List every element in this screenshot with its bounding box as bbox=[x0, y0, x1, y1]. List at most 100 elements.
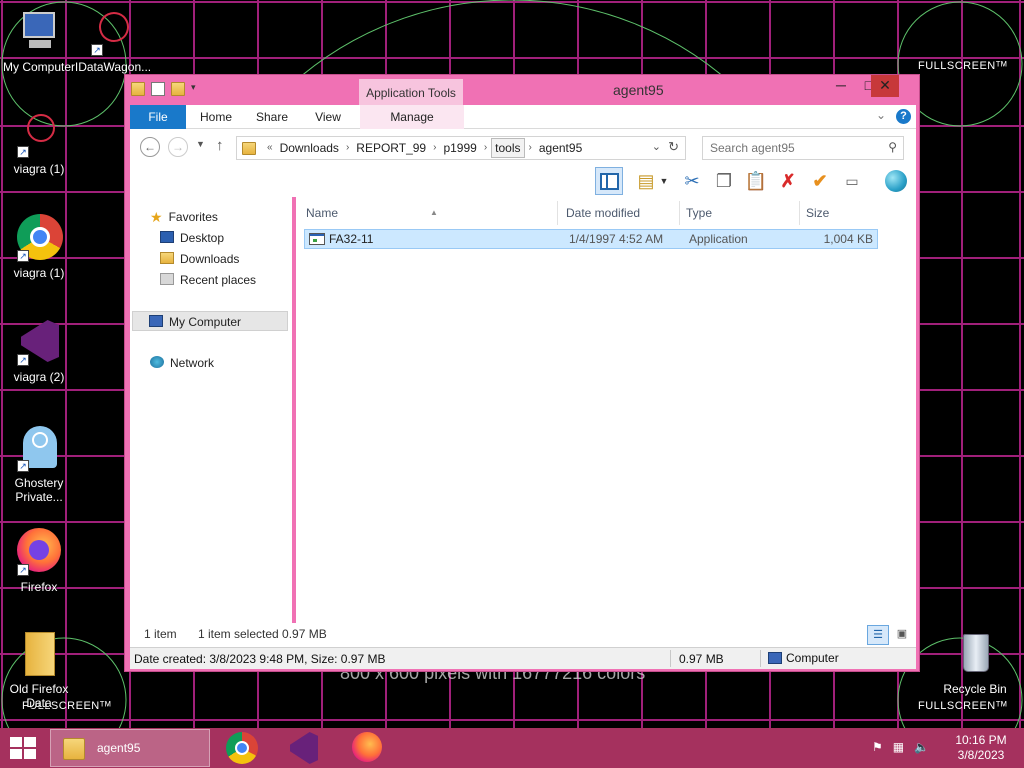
star-burst-icon: ↗ bbox=[15, 110, 63, 158]
search-icon[interactable]: ⚲ bbox=[888, 140, 897, 154]
breadcrumb-agent95[interactable]: agent95 bbox=[536, 137, 585, 159]
tab-file[interactable]: File bbox=[130, 105, 186, 129]
column-header-date-modified[interactable]: Date modified bbox=[560, 201, 680, 225]
address-row: ← → ▼ ↑ « Downloads › REPORT_99 › p1999 … bbox=[130, 129, 916, 165]
zone-info: Computer bbox=[768, 651, 839, 665]
desktop-icon-idatawagon[interactable]: ↗ IDataWagon... bbox=[74, 7, 152, 74]
shortcut-arrow-icon: ↗ bbox=[17, 564, 29, 576]
item-count: 1 item bbox=[144, 627, 177, 641]
desktop-icon-label: Firefox bbox=[20, 580, 58, 594]
nav-label: Network bbox=[170, 356, 215, 370]
search-box[interactable]: ⚲ bbox=[702, 136, 904, 160]
help-icon[interactable]: ? bbox=[896, 109, 911, 124]
clock[interactable]: 10:16 PM 3/8/2023 bbox=[948, 733, 1014, 763]
address-bar[interactable]: « Downloads › REPORT_99 › p1999 › tools … bbox=[236, 136, 686, 160]
folder-icon bbox=[63, 738, 85, 760]
desktop-icon-ghostery[interactable]: ↗ Ghostery Private... bbox=[0, 424, 78, 504]
start-button[interactable] bbox=[8, 736, 40, 760]
breadcrumb-overflow[interactable]: « bbox=[263, 137, 277, 159]
desktop-icon-viagra-1-chrome[interactable]: ↗ viagra (1) bbox=[0, 214, 78, 280]
nav-item-desktop[interactable]: Desktop bbox=[160, 228, 224, 248]
breadcrumb-downloads[interactable]: Downloads bbox=[277, 137, 342, 159]
up-button[interactable]: ↑ bbox=[216, 137, 224, 154]
tab-share[interactable]: Share bbox=[248, 105, 296, 129]
breadcrumb-tools[interactable]: tools bbox=[491, 138, 525, 158]
breadcrumb-report-99[interactable]: REPORT_99 bbox=[353, 137, 429, 159]
chevron-right-icon[interactable]: › bbox=[429, 137, 440, 159]
chevron-right-icon[interactable]: › bbox=[525, 137, 536, 159]
nav-item-downloads[interactable]: Downloads bbox=[160, 249, 239, 269]
new-folder-icon[interactable] bbox=[171, 82, 185, 96]
nav-item-my-computer[interactable]: My Computer bbox=[132, 311, 288, 331]
ribbon-tabs: File Home Share View Manage ⌄ ? bbox=[130, 105, 916, 129]
size-info: 0.97 MB bbox=[679, 652, 724, 666]
qat-dropdown-icon[interactable]: ▾ bbox=[191, 82, 205, 96]
refresh-icon[interactable]: ↻ bbox=[668, 139, 679, 155]
column-header-type[interactable]: Type bbox=[680, 201, 800, 225]
action-center-flag-icon[interactable]: ⚑ bbox=[872, 740, 883, 754]
forward-button[interactable]: → bbox=[168, 137, 188, 157]
taskbar-button-explorer[interactable]: agent95 bbox=[50, 729, 210, 767]
minimize-button[interactable]: ─ bbox=[827, 75, 855, 97]
copy-button[interactable]: ❐ bbox=[710, 167, 738, 195]
nav-label: Recent places bbox=[180, 273, 257, 287]
details-view-button[interactable]: ☰ bbox=[867, 625, 889, 645]
file-row[interactable]: FA32-11 1/4/1997 4:52 AM Application 1,0… bbox=[304, 229, 878, 249]
tab-view[interactable]: View bbox=[304, 105, 352, 129]
chrome-icon: ↗ bbox=[15, 214, 63, 262]
shortcut-arrow-icon: ↗ bbox=[91, 44, 103, 56]
network-status-icon[interactable]: ▦ bbox=[893, 740, 904, 754]
nav-item-network[interactable]: Network bbox=[150, 353, 214, 373]
check-button[interactable]: ✔ bbox=[806, 167, 834, 195]
desktop-icon-recycle-bin[interactable]: Recycle Bin bbox=[936, 630, 1014, 696]
globe-button[interactable] bbox=[882, 167, 910, 195]
layout-pane-button[interactable] bbox=[595, 167, 623, 195]
chevron-right-icon[interactable]: › bbox=[342, 137, 353, 159]
computer-icon bbox=[768, 652, 782, 664]
desktop-icon-firefox[interactable]: ↗ Firefox bbox=[0, 528, 78, 594]
column-header-label: Name bbox=[306, 206, 339, 220]
taskbar-button-chrome[interactable] bbox=[222, 732, 262, 764]
chevron-right-icon[interactable]: › bbox=[480, 137, 491, 159]
sort-ascending-icon: ▲ bbox=[430, 208, 438, 217]
date-created-info: Date created: 3/8/2023 9:48 PM, Size: 0.… bbox=[134, 652, 386, 666]
pane-icon bbox=[600, 173, 619, 190]
zone-label: Computer bbox=[786, 651, 839, 665]
column-header-size[interactable]: Size bbox=[800, 201, 874, 225]
corner-label: FULLSCREENᵀᴹ bbox=[918, 60, 1008, 72]
breadcrumb-p1999[interactable]: p1999 bbox=[440, 137, 479, 159]
address-dropdown-icon[interactable]: ⌄ bbox=[652, 140, 661, 153]
desktop-icon-viagra-1[interactable]: ↗ viagra (1) bbox=[0, 110, 78, 176]
properties-icon[interactable] bbox=[151, 82, 165, 96]
close-button[interactable]: ✕ bbox=[871, 75, 899, 97]
expand-ribbon-icon[interactable]: ⌄ bbox=[876, 108, 886, 122]
tab-home[interactable]: Home bbox=[192, 105, 240, 129]
recent-locations-icon[interactable]: ▼ bbox=[196, 139, 205, 149]
volume-icon[interactable]: 🔈 bbox=[914, 740, 929, 754]
tab-manage[interactable]: Manage bbox=[360, 105, 464, 129]
taskbar-button-firefox[interactable] bbox=[346, 732, 386, 764]
title-bar[interactable]: ▾ Application Tools agent95 ─ □ ✕ bbox=[125, 75, 919, 107]
rename-button[interactable]: ▭ bbox=[838, 167, 866, 195]
cut-button[interactable]: ✂ bbox=[678, 167, 706, 195]
delete-button[interactable]: ✗ bbox=[774, 167, 802, 195]
windows-logo-icon bbox=[10, 737, 22, 747]
desktop-icon-label: viagra (1) bbox=[13, 162, 65, 176]
large-icons-view-button[interactable]: ▣ bbox=[892, 625, 912, 645]
divider bbox=[760, 650, 761, 667]
properties-button[interactable]: ▤ bbox=[632, 167, 660, 195]
back-button[interactable]: ← bbox=[140, 137, 160, 157]
nav-label: Favorites bbox=[168, 210, 218, 224]
command-toolbar: ▤ ▼ ✂ ❐ 📋 ✗ ✔ ▭ bbox=[130, 165, 916, 197]
navigation-pane: ★ Favorites Desktop Downloads Recent plac… bbox=[130, 197, 292, 643]
column-header-name[interactable]: Name ▲ bbox=[300, 201, 558, 225]
paste-button[interactable]: 📋 bbox=[742, 167, 770, 195]
properties-dropdown-icon[interactable]: ▼ bbox=[658, 167, 670, 195]
desktop-icon-my-computer[interactable]: My Computer bbox=[0, 8, 78, 74]
nav-item-recent-places[interactable]: Recent places bbox=[160, 270, 256, 290]
taskbar-button-visual-studio[interactable] bbox=[284, 732, 324, 764]
nav-item-favorites[interactable]: ★ Favorites bbox=[150, 207, 218, 227]
desktop-icon-viagra-2[interactable]: ↗ viagra (2) bbox=[0, 318, 78, 384]
search-input[interactable] bbox=[703, 137, 873, 159]
desktop-icon-old-firefox-data[interactable]: Old Firefox Data bbox=[0, 630, 78, 710]
